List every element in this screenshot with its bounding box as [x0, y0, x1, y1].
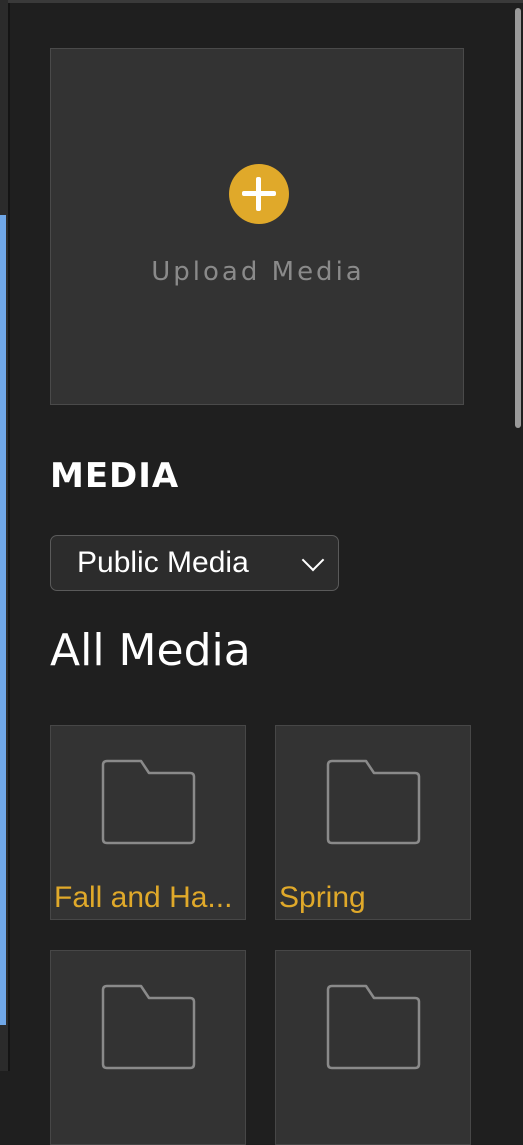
upload-media-label: Upload Media — [151, 257, 365, 287]
scrollbar-thumb[interactable] — [515, 8, 521, 428]
panel-edge — [8, 3, 10, 1071]
scrollbar[interactable] — [513, 3, 523, 1071]
folder-tile[interactable] — [275, 950, 471, 1145]
folder-tile[interactable] — [50, 950, 246, 1145]
folder-name: Fall and Ha... — [54, 881, 233, 914]
media-visibility-select[interactable]: Public Media — [50, 535, 339, 591]
media-visibility-selected-value: Public Media — [77, 546, 249, 579]
folder-icon — [101, 984, 196, 1070]
upload-media-dropzone[interactable]: Upload Media — [50, 48, 464, 405]
chevron-down-icon — [301, 548, 325, 572]
media-section-heading: MEDIA — [50, 456, 180, 496]
background-pane-strip — [0, 0, 8, 1071]
all-media-title: All Media — [50, 625, 251, 676]
plus-circle-icon[interactable] — [229, 164, 289, 224]
window-top-border — [0, 0, 523, 3]
folder-icon — [326, 984, 421, 1070]
folder-icon — [326, 759, 421, 845]
folder-tile[interactable]: Fall and Ha... — [50, 725, 246, 920]
folder-icon — [101, 759, 196, 845]
background-pane-highlight — [0, 215, 6, 1025]
folder-tile[interactable]: Spring — [275, 725, 471, 920]
folder-name: Spring — [279, 881, 366, 914]
